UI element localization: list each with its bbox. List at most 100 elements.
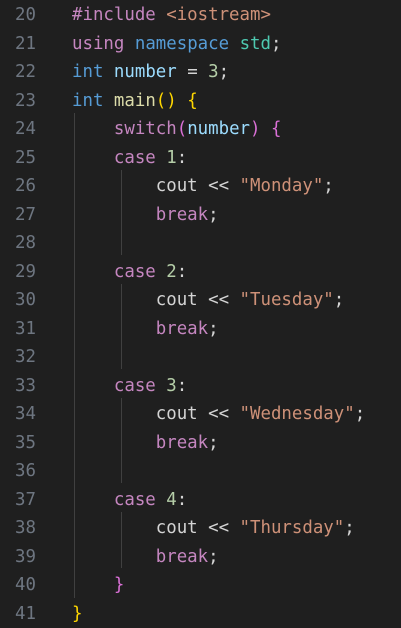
- code-token: cout: [72, 518, 198, 538]
- code-token: break: [72, 205, 208, 225]
- line-code: cout << "Wednesday";: [72, 400, 365, 429]
- line-number: 30: [12, 286, 36, 315]
- code-token: [229, 34, 239, 54]
- line-code: break;: [72, 543, 219, 572]
- code-token: cout: [72, 404, 198, 424]
- line-code: int number = 3;: [72, 58, 229, 87]
- code-token: <iostream>: [166, 5, 271, 25]
- code-line[interactable]: 28: [0, 229, 401, 258]
- code-token: case: [72, 376, 156, 396]
- code-token: ): [250, 119, 260, 139]
- code-token: <<: [198, 518, 240, 538]
- code-line[interactable]: 23 int main() {: [0, 87, 401, 116]
- line-number: 23: [12, 87, 36, 116]
- code-token: using: [72, 34, 124, 54]
- code-token: <<: [198, 176, 240, 196]
- line-code: cout << "Thursday";: [72, 514, 355, 543]
- line-number: 33: [12, 372, 36, 401]
- code-token: ;: [323, 176, 333, 196]
- code-token: break: [72, 433, 208, 453]
- code-token: ;: [344, 518, 354, 538]
- code-token: }: [72, 604, 82, 624]
- code-token: case: [72, 148, 156, 168]
- line-code: }: [72, 600, 82, 628]
- code-line[interactable]: 22int number = 3;: [0, 58, 401, 87]
- code-token: break: [72, 547, 208, 567]
- code-token: }: [72, 575, 124, 595]
- code-token: [156, 262, 166, 282]
- code-token: :: [177, 376, 187, 396]
- code-token: {: [187, 91, 197, 111]
- code-token: switch: [72, 119, 177, 139]
- line-number: 39: [12, 543, 36, 572]
- line-number: 41: [12, 600, 36, 628]
- line-number: 29: [12, 258, 36, 287]
- code-token: namespace: [135, 34, 229, 54]
- line-number: 20: [12, 1, 36, 30]
- line-code: using namespace std;: [72, 30, 281, 59]
- code-token: std: [240, 34, 271, 54]
- code-token: [156, 490, 166, 510]
- code-line[interactable]: 26 cout << "Monday";: [0, 172, 401, 201]
- code-token: break: [72, 319, 208, 339]
- line-number: 26: [12, 172, 36, 201]
- code-line[interactable]: 37 case 4:: [0, 486, 401, 515]
- line-number: 28: [12, 229, 36, 258]
- code-token: ;: [355, 404, 365, 424]
- line-number: 27: [12, 201, 36, 230]
- code-line[interactable]: 24 switch(number) {: [0, 115, 401, 144]
- code-token: =: [177, 62, 208, 82]
- line-code: break;: [72, 201, 219, 230]
- code-token: :: [177, 262, 187, 282]
- line-number: 34: [12, 400, 36, 429]
- code-token: "Monday": [240, 176, 324, 196]
- code-line[interactable]: 41}: [0, 600, 401, 628]
- code-line[interactable]: 40 }: [0, 571, 401, 600]
- code-token: [261, 119, 271, 139]
- code-token: 2: [166, 262, 176, 282]
- code-token: #include: [72, 5, 166, 25]
- code-line[interactable]: 34 cout << "Wednesday";: [0, 400, 401, 429]
- code-token: int: [72, 62, 103, 82]
- line-code: int main() {: [72, 87, 198, 116]
- line-code: case 2:: [72, 258, 187, 287]
- line-number: 38: [12, 514, 36, 543]
- code-line[interactable]: 21using namespace std;: [0, 30, 401, 59]
- code-token: case: [72, 262, 156, 282]
- code-line[interactable]: 25 case 1:: [0, 144, 401, 173]
- code-token: <<: [198, 404, 240, 424]
- code-token: "Thursday": [240, 518, 345, 538]
- line-code: case 1:: [72, 144, 187, 173]
- code-line[interactable]: 35 break;: [0, 429, 401, 458]
- code-token: [124, 34, 134, 54]
- code-token: :: [177, 490, 187, 510]
- line-number: 35: [12, 429, 36, 458]
- code-line[interactable]: 30 cout << "Tuesday";: [0, 286, 401, 315]
- line-number: 24: [12, 115, 36, 144]
- code-token: cout: [72, 176, 198, 196]
- line-number: 40: [12, 571, 36, 600]
- line-code: break;: [72, 315, 219, 344]
- line-code: cout << "Monday";: [72, 172, 334, 201]
- line-number: 31: [12, 315, 36, 344]
- code-token: main: [114, 91, 156, 111]
- code-line[interactable]: 27 break;: [0, 201, 401, 230]
- code-token: [156, 376, 166, 396]
- code-token: ;: [208, 205, 218, 225]
- code-line[interactable]: 31 break;: [0, 315, 401, 344]
- code-token: :: [177, 148, 187, 168]
- code-line[interactable]: 20 #include <iostream>: [0, 1, 401, 30]
- code-line[interactable]: 33 case 3:: [0, 372, 401, 401]
- code-token: [103, 62, 113, 82]
- line-code: switch(number) {: [72, 115, 281, 144]
- code-line[interactable]: 39 break;: [0, 543, 401, 572]
- code-token: {: [271, 119, 281, 139]
- code-line[interactable]: 38 cout << "Thursday";: [0, 514, 401, 543]
- code-editor[interactable]: 20#include <iostream>21using namespace s…: [0, 0, 401, 626]
- code-line[interactable]: 36: [0, 457, 401, 486]
- line-code: #include <iostream>: [72, 1, 271, 30]
- code-line[interactable]: 29 case 2:: [0, 258, 401, 287]
- code-line[interactable]: 32: [0, 343, 401, 372]
- line-code: break;: [72, 429, 219, 458]
- code-token: ;: [208, 319, 218, 339]
